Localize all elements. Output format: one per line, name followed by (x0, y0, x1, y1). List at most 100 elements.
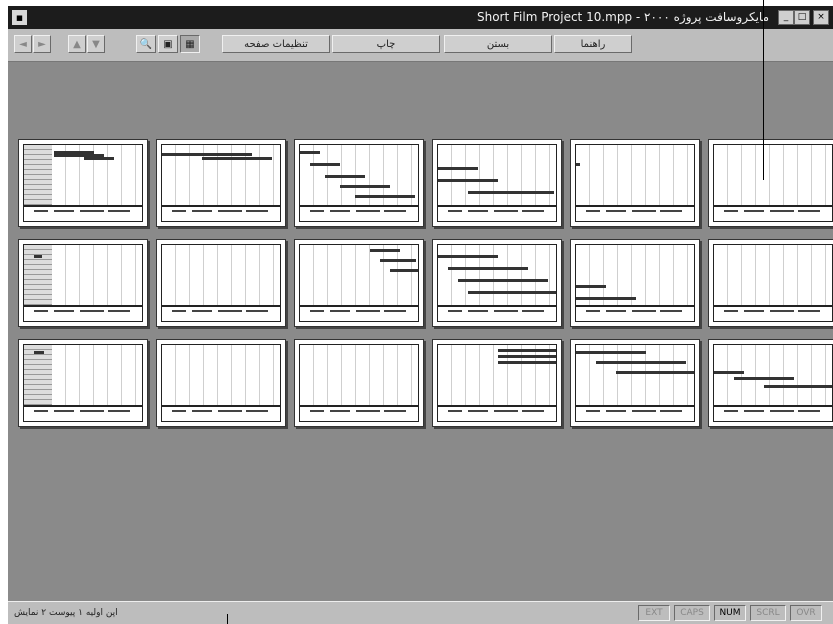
zoom-icon: 🔍 (139, 39, 153, 50)
page-thumbnail[interactable] (570, 139, 700, 227)
ext-indicator: EXT (638, 605, 670, 621)
page-thumbnail[interactable] (570, 239, 700, 327)
gantt-bar (300, 151, 320, 154)
callout-line-status (227, 614, 228, 624)
gantt-preview (23, 244, 143, 306)
page-legend (161, 406, 281, 422)
multiple-pages-button[interactable]: ▦ (180, 35, 200, 53)
gantt-bar (310, 163, 340, 166)
page-thumbnail[interactable] (156, 239, 286, 327)
page-thumbnail[interactable] (156, 139, 286, 227)
close-button[interactable]: × (813, 10, 829, 25)
gantt-bar (616, 371, 694, 374)
page-thumbnail[interactable] (708, 139, 833, 227)
gantt-bar (202, 157, 272, 160)
page-thumbnail[interactable] (294, 139, 424, 227)
preview-canvas (8, 62, 833, 608)
page-legend (299, 206, 419, 222)
gantt-bar (325, 175, 365, 178)
page-thumbnail[interactable] (18, 339, 148, 427)
up-page-button[interactable]: ▲ (68, 35, 86, 53)
page-legend (575, 206, 695, 222)
gantt-preview (161, 344, 281, 406)
one-page-icon: ▣ (163, 39, 173, 50)
page-legend (23, 406, 143, 422)
gantt-preview (575, 244, 695, 306)
down-page-button[interactable]: ▼ (87, 35, 105, 53)
page-thumbnail[interactable] (432, 139, 562, 227)
page-legend (23, 206, 143, 222)
gantt-preview (23, 344, 143, 406)
scrl-indicator: SCRL (750, 605, 786, 621)
gantt-preview (299, 144, 419, 206)
multiple-pages-icon: ▦ (185, 39, 195, 50)
page-thumbnail[interactable] (708, 339, 833, 427)
gantt-bar (576, 351, 646, 354)
page-thumbnail[interactable] (432, 339, 562, 427)
page-legend (575, 406, 695, 422)
gantt-bar (355, 195, 415, 198)
gantt-bar (714, 371, 744, 374)
gantt-bar (576, 285, 606, 288)
gantt-preview (161, 144, 281, 206)
gantt-preview (299, 244, 419, 306)
gantt-bar (498, 349, 556, 352)
help-button[interactable]: راهنما (554, 35, 632, 53)
gantt-preview (437, 344, 557, 406)
gantt-preview (575, 144, 695, 206)
next-page-button[interactable]: ► (33, 35, 51, 53)
print-preview-toolbar: ◄ ► ▲ ▼ 🔍 ▣ ▦ تنظیمات صفحه چاپ بستن راهن… (8, 29, 833, 62)
gantt-bar (84, 157, 114, 160)
page-legend (437, 306, 557, 322)
num-indicator: NUM (714, 605, 746, 621)
page-thumbnail[interactable] (294, 339, 424, 427)
gantt-preview (437, 244, 557, 306)
page-thumbnail[interactable] (294, 239, 424, 327)
page-legend (161, 306, 281, 322)
close-preview-button[interactable]: بستن (444, 35, 552, 53)
app-icon[interactable]: ▪ (12, 10, 27, 25)
gantt-preview (575, 344, 695, 406)
page-legend (299, 306, 419, 322)
gantt-bar (340, 185, 390, 188)
page-thumbnail[interactable] (156, 339, 286, 427)
first-page-button[interactable]: ◄ (14, 35, 32, 53)
gantt-bar (468, 191, 554, 194)
gantt-preview (713, 244, 833, 306)
page-thumbnail[interactable] (570, 339, 700, 427)
gantt-preview (23, 144, 143, 206)
gantt-preview (437, 144, 557, 206)
page-setup-button[interactable]: تنظیمات صفحه (222, 35, 330, 53)
page-legend (437, 406, 557, 422)
gantt-bar (596, 361, 686, 364)
page-legend (23, 306, 143, 322)
gantt-bar (438, 167, 478, 170)
page-legend (161, 206, 281, 222)
gantt-bar (448, 267, 528, 270)
page-thumbnail[interactable] (432, 239, 562, 327)
status-text: اپن اولیه ۱ پیوست ۲ نمایش (14, 608, 118, 618)
print-button[interactable]: چاپ (332, 35, 440, 53)
zoom-button[interactable]: 🔍 (136, 35, 156, 53)
page-legend (575, 306, 695, 322)
page-thumbnail[interactable] (708, 239, 833, 327)
callout-line (763, 0, 764, 180)
gantt-bar (370, 249, 400, 252)
status-bar: اپن اولیه ۱ پیوست ۲ نمایش EXT CAPS NUM S… (8, 601, 833, 624)
gantt-bar (162, 153, 252, 156)
gantt-bar (34, 255, 42, 258)
page-thumbnail[interactable] (18, 239, 148, 327)
maximize-button[interactable]: □ (794, 10, 810, 25)
page-legend (299, 406, 419, 422)
gantt-bar (498, 361, 556, 364)
gantt-bar (734, 377, 794, 380)
page-thumbnail[interactable] (18, 139, 148, 227)
minimize-button[interactable]: _ (778, 10, 794, 25)
page-legend (713, 406, 833, 422)
caps-indicator: CAPS (674, 605, 710, 621)
gantt-preview (713, 344, 833, 406)
gantt-bar (764, 385, 832, 388)
one-page-button[interactable]: ▣ (158, 35, 178, 53)
gantt-bar (390, 269, 418, 272)
app-window: ▪ Short Film Project 10.mpp - ۲۰۰۰ مایکر… (8, 6, 833, 624)
